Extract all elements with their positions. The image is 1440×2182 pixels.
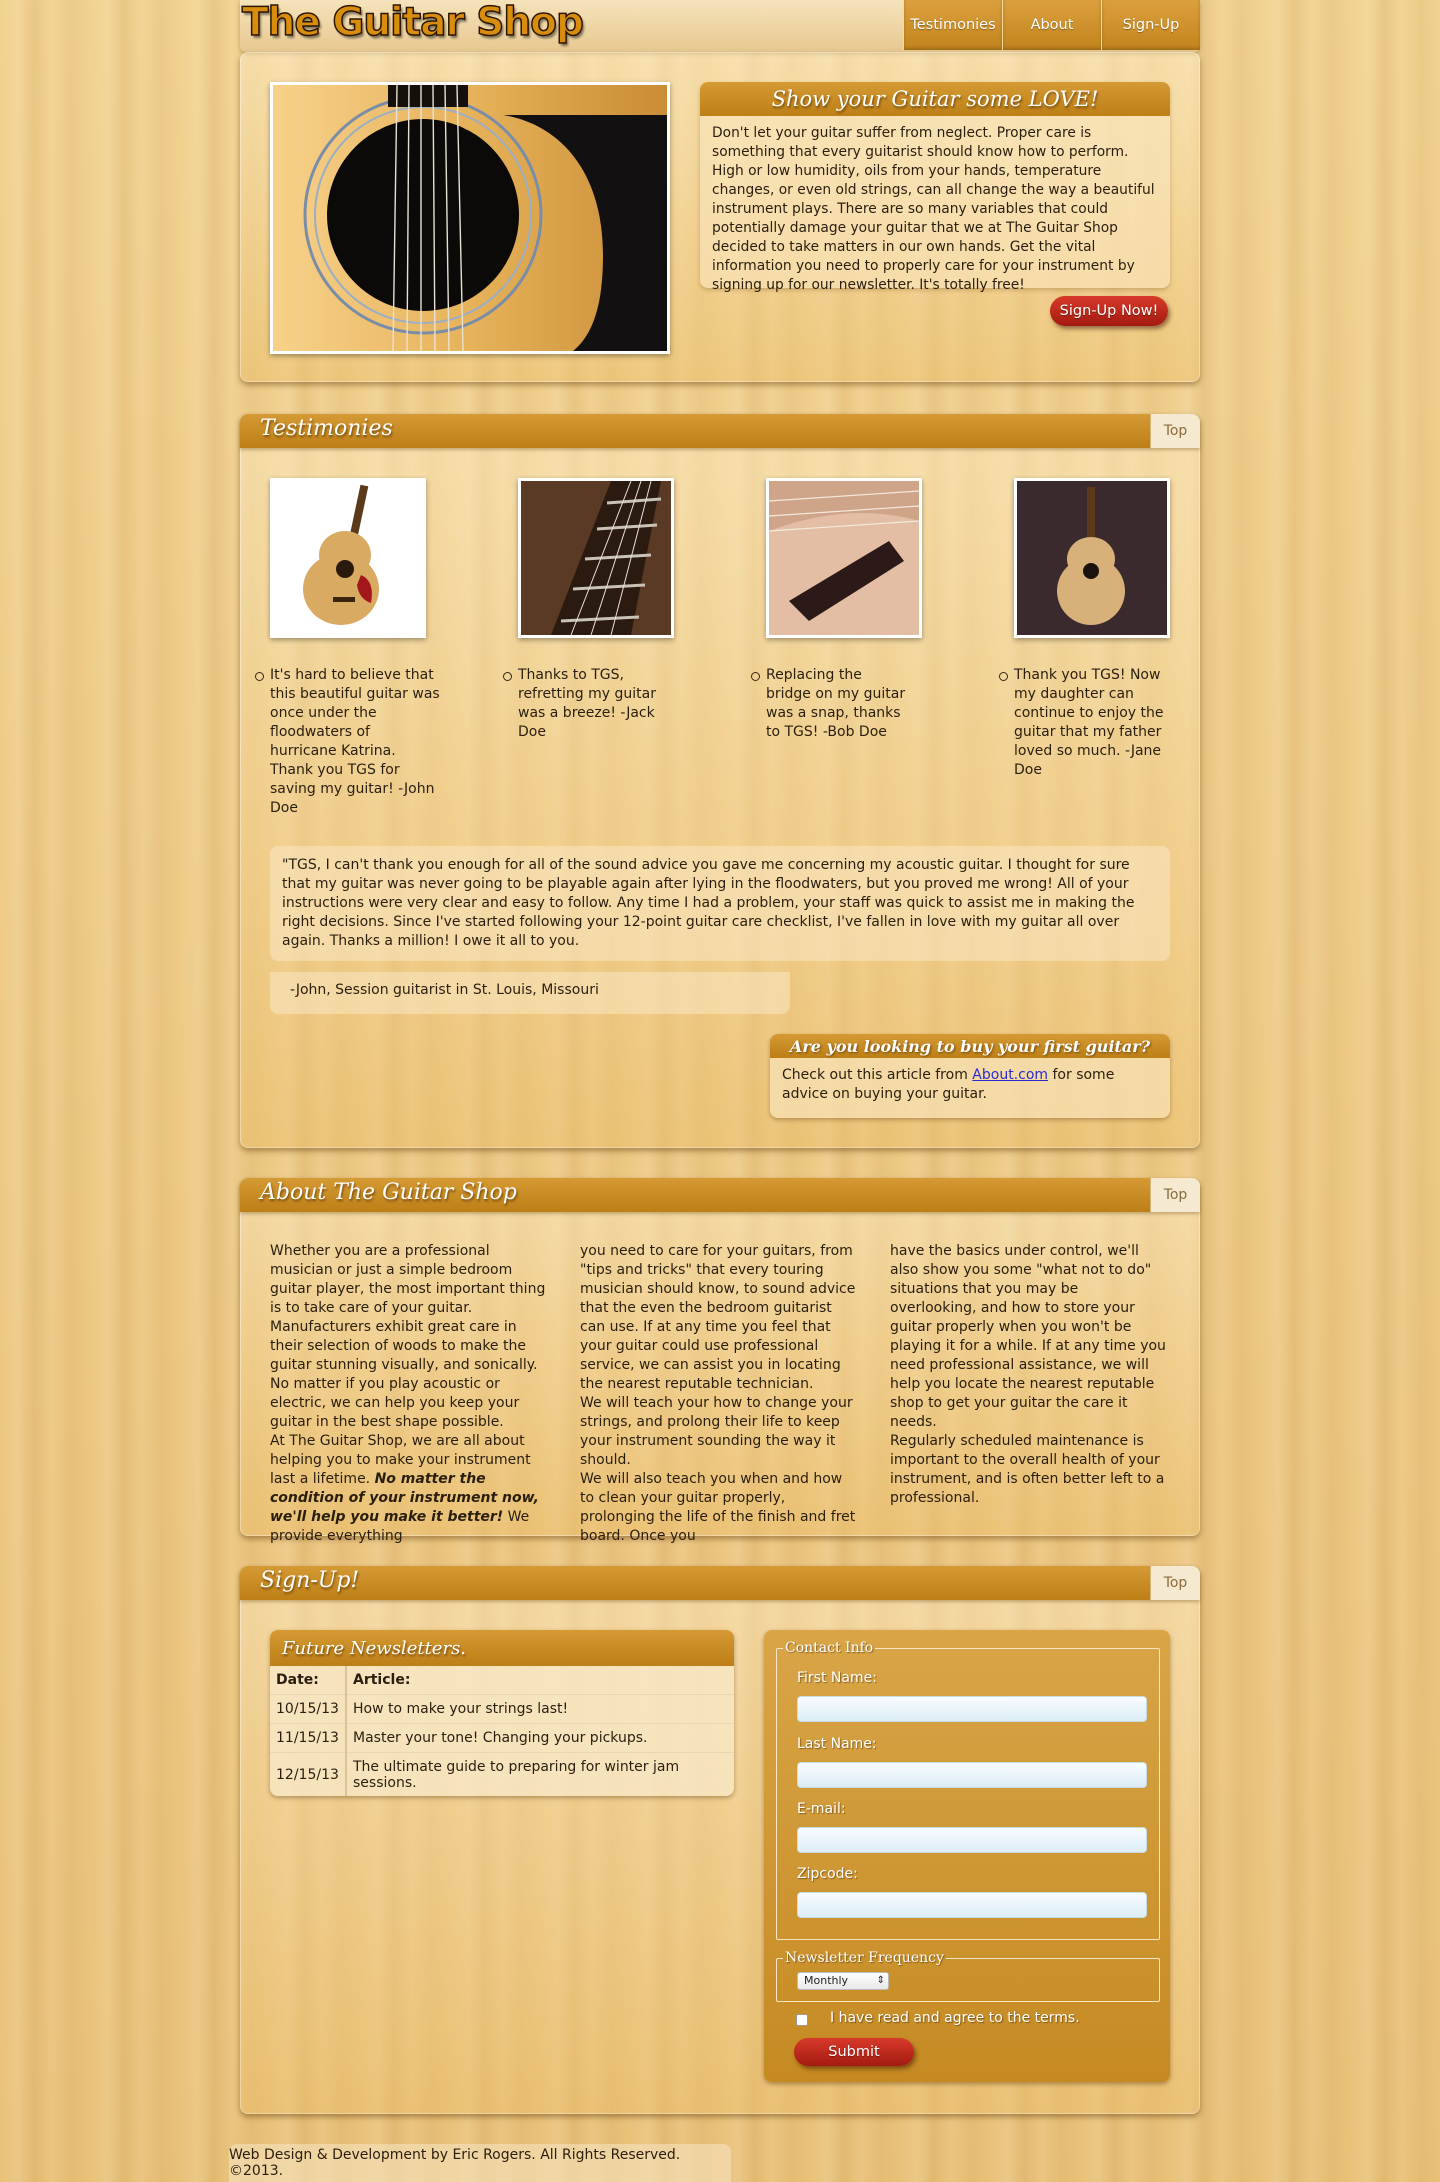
- first-guitar-box: Are you looking to buy your first guitar…: [770, 1034, 1170, 1118]
- nav-testimonies[interactable]: Testimonies: [903, 0, 1002, 50]
- hero-guitar-image: [270, 82, 670, 354]
- site-logo[interactable]: The Guitar Shop: [241, 0, 584, 46]
- top-button[interactable]: Top: [1150, 1178, 1200, 1212]
- testimony-image-1: [270, 478, 426, 638]
- nav-about[interactable]: About: [1002, 0, 1101, 50]
- first-guitar-pre: Check out this article from: [782, 1067, 973, 1083]
- love-box: Show your Guitar some LOVE! Don't let yo…: [700, 82, 1170, 293]
- testimonies-panel: Testimonies Top It's hard to believe tha…: [240, 414, 1200, 1148]
- about-col2-para-3: We will also teach you when and how to c…: [580, 1471, 856, 1544]
- top-button[interactable]: Top: [1150, 414, 1200, 448]
- signup-bar: Sign-Up! Top: [240, 1566, 1200, 1600]
- row-article: Master your tone! Changing your pickups.: [346, 1723, 734, 1753]
- last-name-label: Last Name:: [797, 1736, 877, 1752]
- column-header-date: Date:: [270, 1666, 347, 1695]
- about-col2-para-2: We will teach your how to change your st…: [580, 1395, 853, 1468]
- row-article: How to make your strings last!: [346, 1694, 734, 1724]
- about-column-1: Whether you are a professional musician …: [270, 1242, 546, 1546]
- testimony-image-4: [1014, 478, 1170, 638]
- about-col3-para-2: Regularly scheduled maintenance is impor…: [890, 1433, 1165, 1506]
- testimonies-bar: Testimonies Top: [240, 414, 1200, 448]
- first-name-field[interactable]: [797, 1696, 1147, 1722]
- about-title: About The Guitar Shop: [260, 1180, 517, 1205]
- column-header-article: Article:: [346, 1666, 734, 1695]
- zipcode-label: Zipcode:: [797, 1866, 858, 1882]
- about-column-3: have the basics under control, we'll als…: [890, 1242, 1166, 1508]
- about-col3-para: have the basics under control, we'll als…: [890, 1243, 1166, 1430]
- last-name-field[interactable]: [797, 1762, 1147, 1788]
- submit-button[interactable]: Submit: [794, 2038, 914, 2066]
- frequency-select[interactable]: Monthly: [797, 1972, 889, 1990]
- testimonies-title: Testimonies: [260, 416, 393, 441]
- newsletter-box: Future Newsletters. Date: Article: 10/15…: [270, 1630, 734, 1796]
- about-bar: About The Guitar Shop Top: [240, 1178, 1200, 1212]
- hero-panel: Show your Guitar some LOVE! Don't let yo…: [240, 52, 1200, 382]
- footer: Web Design & Development by Eric Rogers.…: [229, 2144, 731, 2182]
- header: The Guitar Shop Testimonies About Sign-U…: [240, 0, 1200, 52]
- page-container: The Guitar Shop Testimonies About Sign-U…: [240, 0, 1200, 2114]
- love-text: Don't let your guitar suffer from neglec…: [712, 125, 1155, 293]
- first-guitar-title: Are you looking to buy your first guitar…: [770, 1034, 1170, 1058]
- table-row: 12/15/13 The ultimate guide to preparing…: [270, 1752, 734, 1796]
- row-date: 11/15/13: [270, 1723, 347, 1753]
- newsletter-table: Date: Article: 10/15/13 How to make your…: [270, 1666, 734, 1796]
- first-guitar-text: Check out this article from About.com fo…: [770, 1058, 1170, 1112]
- email-field[interactable]: [797, 1827, 1147, 1853]
- testimony-image-2: [518, 478, 674, 638]
- row-article: The ultimate guide to preparing for wint…: [346, 1752, 734, 1796]
- about-col1-para-2: At The Guitar Shop, we are all about hel…: [270, 1432, 546, 1546]
- top-button[interactable]: Top: [1150, 1566, 1200, 1600]
- testimony-signature: -John, Session guitarist in St. Louis, M…: [270, 972, 790, 1014]
- table-header-row: Date: Article:: [270, 1666, 734, 1695]
- frequency-legend: Newsletter Frequency: [785, 1950, 944, 1966]
- nav-signup[interactable]: Sign-Up: [1101, 0, 1200, 50]
- contact-fieldset: Contact Info First Name: Last Name: E-ma…: [776, 1640, 1160, 1940]
- zipcode-field[interactable]: [797, 1892, 1147, 1918]
- about-panel: About The Guitar Shop Top Whether you ar…: [240, 1178, 1200, 1544]
- testimony-image-3: [766, 478, 922, 638]
- row-date: 10/15/13: [270, 1694, 347, 1724]
- about-column-2: you need to care for your guitars, from …: [580, 1242, 856, 1546]
- testimony-caption-2: Thanks to TGS, refretting my guitar was …: [503, 666, 678, 742]
- table-row: 10/15/13 How to make your strings last!: [270, 1694, 734, 1724]
- first-name-label: First Name:: [797, 1670, 877, 1686]
- signup-form: Contact Info First Name: Last Name: E-ma…: [764, 1630, 1170, 2082]
- testimony-caption-1: It's hard to believe that this beautiful…: [255, 667, 440, 816]
- signup-title: Sign-Up!: [260, 1568, 360, 1593]
- testimony-caption-4: Thank you TGS! Now my daughter can conti…: [999, 667, 1164, 778]
- agree-checkbox[interactable]: [796, 2014, 808, 2026]
- about-col1-para: Whether you are a professional musician …: [270, 1243, 546, 1430]
- about-col2-para: you need to care for your guitars, from …: [580, 1243, 856, 1392]
- row-date: 12/15/13: [270, 1752, 347, 1796]
- main-nav: Testimonies About Sign-Up: [903, 0, 1200, 52]
- love-title: Show your Guitar some LOVE!: [700, 82, 1170, 116]
- table-row: 11/15/13 Master your tone! Changing your…: [270, 1723, 734, 1753]
- about-com-link[interactable]: About.com: [972, 1067, 1048, 1083]
- email-label: E-mail:: [797, 1801, 846, 1817]
- contact-legend: Contact Info: [785, 1640, 874, 1656]
- testimony-caption-3: Replacing the bridge on my guitar was a …: [751, 667, 906, 740]
- newsletter-title: Future Newsletters.: [270, 1630, 734, 1666]
- signup-panel: Sign-Up! Top Future Newsletters. Date: A…: [240, 1566, 1200, 2114]
- signup-now-button[interactable]: Sign-Up Now!: [1050, 296, 1168, 326]
- agree-label: I have read and agree to the terms.: [830, 2010, 1080, 2026]
- frequency-fieldset: Newsletter Frequency Monthly: [776, 1950, 1160, 2002]
- testimony-quote: "TGS, I can't thank you enough for all o…: [270, 846, 1170, 961]
